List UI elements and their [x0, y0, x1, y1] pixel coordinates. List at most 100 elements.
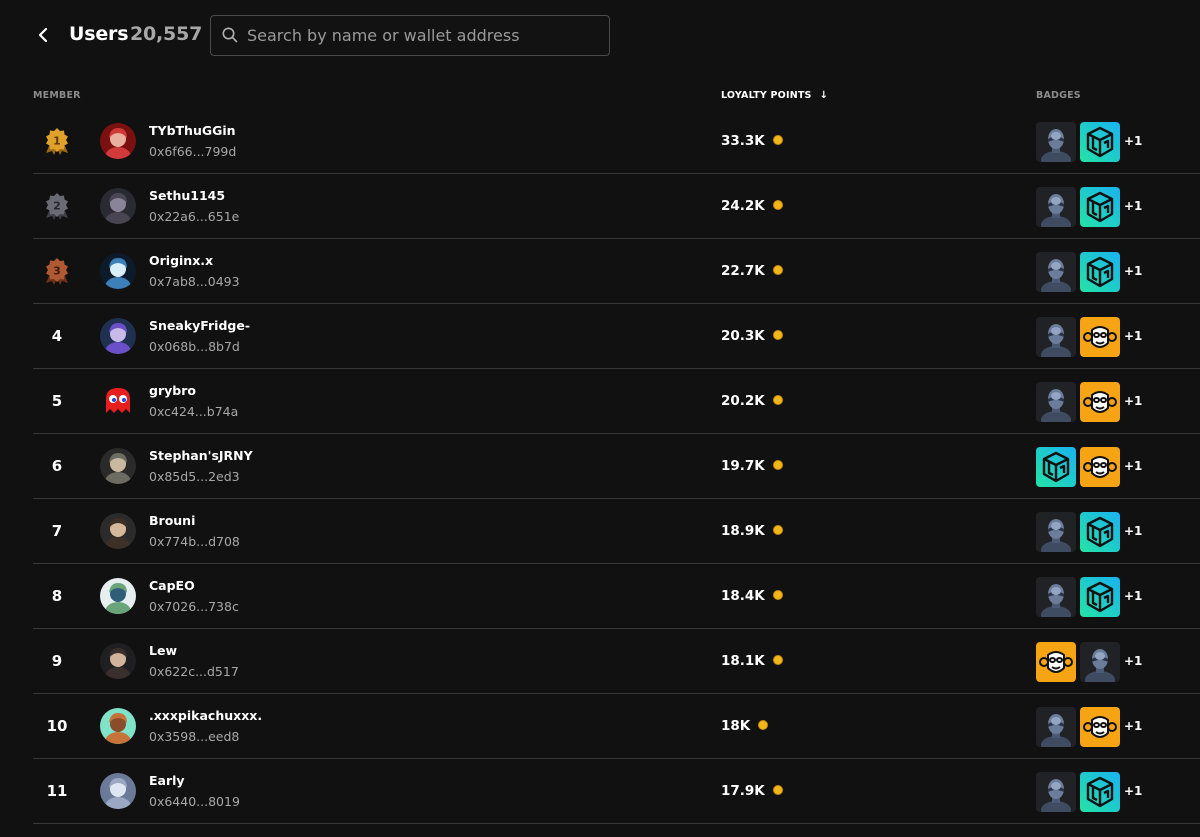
page-header: Users 20,557	[0, 0, 1200, 70]
column-header-loyalty-points[interactable]: LOYALTY POINTS ↓	[721, 90, 828, 101]
loyalty-points: 19.7K	[721, 458, 783, 474]
robot-badge[interactable]	[1036, 122, 1076, 162]
username[interactable]: Early	[149, 773, 185, 788]
loyalty-points: 33.3K	[721, 133, 783, 149]
loyalty-points-value: 17.9K	[721, 783, 765, 799]
robot-badge[interactable]	[1036, 187, 1076, 227]
more-badges-count[interactable]: +1	[1124, 589, 1142, 603]
table-row[interactable]: 9 Lew 0x622c...d517 18.1K +1	[33, 629, 1200, 694]
username[interactable]: Sethu1145	[149, 188, 225, 203]
username[interactable]: grybro	[149, 383, 196, 398]
more-badges-count[interactable]: +1	[1124, 134, 1142, 148]
rank-number: 9	[51, 652, 63, 670]
loyalty-points: 18.4K	[721, 588, 783, 604]
monkey-badge[interactable]	[1080, 707, 1120, 747]
avatar-red-robot[interactable]	[100, 123, 136, 159]
loyalty-points-value: 18.1K	[721, 653, 765, 669]
cube-badge[interactable]	[1080, 772, 1120, 812]
avatar-blue-armor[interactable]	[100, 773, 136, 809]
monkey-badge[interactable]	[1036, 642, 1076, 682]
table-row[interactable]: 1 TYbThuGGin 0x6f66...799d 33.3K +1	[33, 109, 1200, 174]
table-row[interactable]: 5 grybro 0xc424...b74a 20.2K +1	[33, 369, 1200, 434]
table-row[interactable]: 2 Sethu1145 0x22a6...651e 24.2K +1	[33, 174, 1200, 239]
rank-medal-gold-icon: 1	[43, 126, 71, 156]
loyalty-points: 18.1K	[721, 653, 783, 669]
coin-icon	[772, 395, 783, 405]
column-header-badges: BADGES	[1036, 90, 1081, 101]
robot-badge[interactable]	[1036, 577, 1076, 617]
avatar-red-ghost[interactable]	[100, 383, 136, 419]
rank-number: 8	[51, 587, 63, 605]
username[interactable]: .xxxpikachuxxx.	[149, 708, 262, 723]
rank-medal-silver-icon: 2	[43, 191, 71, 221]
coin-icon	[772, 135, 783, 145]
avatar-dark-hooded[interactable]	[100, 188, 136, 224]
more-badges-count[interactable]: +1	[1124, 199, 1142, 213]
robot-badge[interactable]	[1036, 512, 1076, 552]
avatar-blue-swirl[interactable]	[100, 253, 136, 289]
robot-badge[interactable]	[1036, 707, 1076, 747]
search-box[interactable]	[210, 15, 610, 56]
wallet-address: 0x6f66...799d	[149, 144, 237, 159]
avatar-purple-hair[interactable]	[100, 318, 136, 354]
monkey-badge[interactable]	[1080, 447, 1120, 487]
more-badges-count[interactable]: +1	[1124, 524, 1142, 538]
table-row[interactable]: 8 CapEO 0x7026...738c 18.4K +1	[33, 564, 1200, 629]
coin-icon	[772, 330, 783, 340]
table-row[interactable]: 4 SneakyFridge- 0x068b...8b7d 20.3K +1	[33, 304, 1200, 369]
avatar-suit-man[interactable]	[100, 513, 136, 549]
monkey-badge[interactable]	[1080, 382, 1120, 422]
more-badges-count[interactable]: +1	[1124, 394, 1142, 408]
more-badges-count[interactable]: +1	[1124, 784, 1142, 798]
loyalty-points-value: 20.2K	[721, 393, 765, 409]
username[interactable]: Lew	[149, 643, 177, 658]
username[interactable]: SneakyFridge-	[149, 318, 250, 333]
table-row[interactable]: 11 Early 0x6440...8019 17.9K +1	[33, 759, 1200, 824]
avatar-grey-soldier[interactable]	[100, 448, 136, 484]
coin-icon	[772, 525, 783, 535]
more-badges-count[interactable]: +1	[1124, 719, 1142, 733]
cube-badge[interactable]	[1036, 447, 1076, 487]
more-badges-count[interactable]: +1	[1124, 654, 1142, 668]
robot-badge[interactable]	[1036, 252, 1076, 292]
username[interactable]: CapEO	[149, 578, 195, 593]
coin-icon	[772, 265, 783, 275]
loyalty-points: 22.7K	[721, 263, 783, 279]
more-badges-count[interactable]: +1	[1124, 459, 1142, 473]
username[interactable]: Brouni	[149, 513, 195, 528]
cube-badge[interactable]	[1080, 122, 1120, 162]
cube-badge[interactable]	[1080, 252, 1120, 292]
column-header-loyalty-points-label: LOYALTY POINTS	[721, 90, 812, 101]
more-badges-count[interactable]: +1	[1124, 264, 1142, 278]
robot-badge[interactable]	[1036, 317, 1076, 357]
rank-number: 10	[46, 717, 68, 735]
avatar-green-cap[interactable]	[100, 578, 136, 614]
wallet-address: 0x3598...eed8	[149, 729, 240, 744]
search-icon	[222, 27, 238, 43]
username[interactable]: Stephan'sJRNY	[149, 448, 253, 463]
cube-badge[interactable]	[1080, 577, 1120, 617]
cube-badge[interactable]	[1080, 512, 1120, 552]
avatar-teal-character[interactable]	[100, 708, 136, 744]
rank-number: 5	[51, 392, 63, 410]
table-row[interactable]: 3 Originx.x 0x7ab8...0493 22.7K +1	[33, 239, 1200, 304]
robot-badge[interactable]	[1080, 642, 1120, 682]
wallet-address: 0x6440...8019	[149, 794, 240, 809]
table-row[interactable]: 7 Brouni 0x774b...d708 18.9K +1	[33, 499, 1200, 564]
username[interactable]: TYbThuGGin	[149, 123, 236, 138]
search-input[interactable]	[247, 16, 602, 55]
back-button[interactable]	[30, 22, 56, 48]
rank-number: 6	[51, 457, 63, 475]
wallet-address: 0x068b...8b7d	[149, 339, 240, 354]
table-row[interactable]: 6 Stephan'sJRNY 0x85d5...2ed3 19.7K +1	[33, 434, 1200, 499]
table-row[interactable]: 10 .xxxpikachuxxx. 0x3598...eed8 18K +1	[33, 694, 1200, 759]
wallet-address: 0x622c...d517	[149, 664, 239, 679]
cube-badge[interactable]	[1080, 187, 1120, 227]
monkey-badge[interactable]	[1080, 317, 1120, 357]
username[interactable]: Originx.x	[149, 253, 213, 268]
robot-badge[interactable]	[1036, 772, 1076, 812]
page-title: Users	[69, 23, 129, 45]
avatar-dark-hair[interactable]	[100, 643, 136, 679]
more-badges-count[interactable]: +1	[1124, 329, 1142, 343]
robot-badge[interactable]	[1036, 382, 1076, 422]
